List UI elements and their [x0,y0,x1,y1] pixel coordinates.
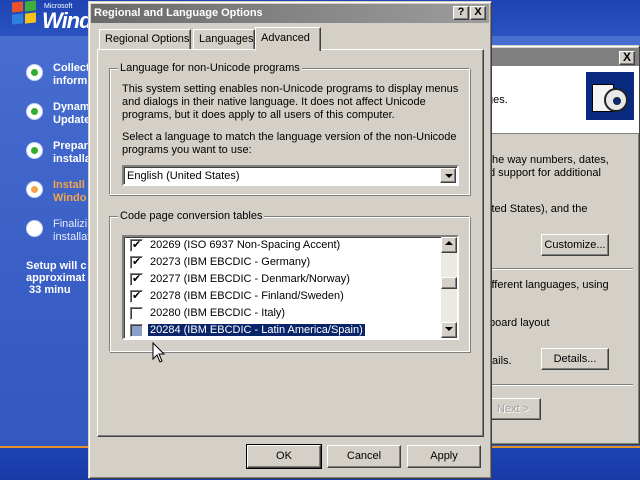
scrollbar-thumb[interactable] [441,277,457,289]
regional-settings-icon [585,71,635,121]
code-page-label: 20273 (IBM EBCDIC - Germany) [150,256,311,268]
background-text: ited States), and the [489,203,588,215]
code-page-scrollbar[interactable] [441,237,457,338]
code-page-label: 20284 (IBM EBCDIC - Latin America/Spain) [147,323,366,337]
group-code-page-tables: Code page conversion tables 20269 (ISO 6… [109,210,470,352]
background-close-button[interactable]: X [619,51,635,65]
code-page-item[interactable]: 20277 (IBM EBCDIC - Denmark/Norway) [124,271,441,288]
group-legend: Language for non-Unicode programs [118,62,302,74]
code-page-item[interactable]: 20278 (IBM EBCDIC - Finland/Sweden) [124,288,441,305]
code-page-checkbox[interactable] [130,255,143,269]
mouse-pointer-icon [152,342,166,363]
background-dialog-title-bar: X [487,48,639,66]
background-dialog: X ges. the way numbers, dates, d support… [484,45,640,445]
code-page-label: 20278 (IBM EBCDIC - Finland/Sweden) [150,290,344,302]
advanced-tab-panel: Language for non-Unicode programs This s… [97,49,484,437]
chevron-down-icon [445,174,453,178]
separator [489,268,633,270]
code-page-checkbox[interactable] [130,272,143,286]
step-done-icon [26,103,43,120]
tab-regional-options[interactable]: Regional Options [99,29,191,49]
help-icon: ? [457,6,465,18]
close-icon: X [622,50,631,64]
code-page-item[interactable]: 20269 (ISO 6937 Non-Spacing Accent) [124,237,441,254]
details-button[interactable]: Details... [541,348,609,370]
group-legend: Code page conversion tables [118,210,265,222]
code-page-item[interactable]: 20273 (IBM EBCDIC - Germany) [124,254,441,271]
step-done-icon [26,142,43,159]
customize-button[interactable]: Customize... [541,234,609,256]
cancel-button[interactable]: Cancel [327,445,401,468]
dialog-title: Regional and Language Options [94,7,263,19]
code-page-checkbox[interactable] [130,289,143,303]
chevron-down-icon [445,327,453,331]
background-dialog-header: ges. [487,66,639,134]
scroll-up-button[interactable] [441,237,457,253]
regional-language-options-dialog: Regional and Language Options ? X Region… [88,1,492,479]
step-done-icon [26,64,43,81]
chevron-up-icon [445,241,453,245]
setup-time-remaining: Setup will c approximat 33 minu [26,260,87,296]
code-page-checkbox[interactable] [130,307,143,320]
close-button[interactable]: X [470,6,486,20]
code-page-label: 20269 (ISO 6937 Non-Spacing Accent) [150,239,341,251]
scroll-down-button[interactable] [441,322,457,338]
tab-languages[interactable]: Languages [193,29,255,49]
background-text: the way numbers, dates, d support for ad… [489,154,609,179]
background-text: board layout [489,317,550,329]
language-select-label: Select a language to match the language … [122,131,457,156]
language-dropdown-value: English (United States) [127,170,240,182]
code-page-checkbox[interactable] [130,238,143,252]
help-button[interactable]: ? [453,6,469,20]
code-page-item-selected[interactable]: 20284 (IBM EBCDIC - Latin America/Spain) [124,322,441,338]
code-page-item[interactable]: 20280 (IBM EBCDIC - Italy) [124,305,441,322]
step-active-icon [26,181,43,198]
windows-logo-icon [12,0,38,26]
dropdown-arrow-button[interactable] [440,168,456,183]
next-button[interactable]: Next > [485,398,541,420]
language-dropdown[interactable]: English (United States) [122,165,459,186]
code-page-list[interactable]: 20269 (ISO 6937 Non-Spacing Accent) 2027… [122,235,459,340]
code-page-label: 20280 (IBM EBCDIC - Italy) [150,307,286,319]
code-page-checkbox[interactable] [130,324,143,337]
background-text: ifferent languages, using [489,279,609,291]
step-pending-icon [26,220,43,237]
separator [489,384,633,386]
language-description: This system setting enables non-Unicode … [122,83,459,121]
title-bar[interactable]: Regional and Language Options ? X [91,4,489,23]
code-page-label: 20277 (IBM EBCDIC - Denmark/Norway) [150,273,350,285]
group-non-unicode-language: Language for non-Unicode programs This s… [109,62,470,195]
close-icon: X [474,6,482,18]
ok-button[interactable]: OK [246,444,322,469]
tab-advanced[interactable]: Advanced [255,27,321,51]
apply-button[interactable]: Apply [407,445,481,468]
